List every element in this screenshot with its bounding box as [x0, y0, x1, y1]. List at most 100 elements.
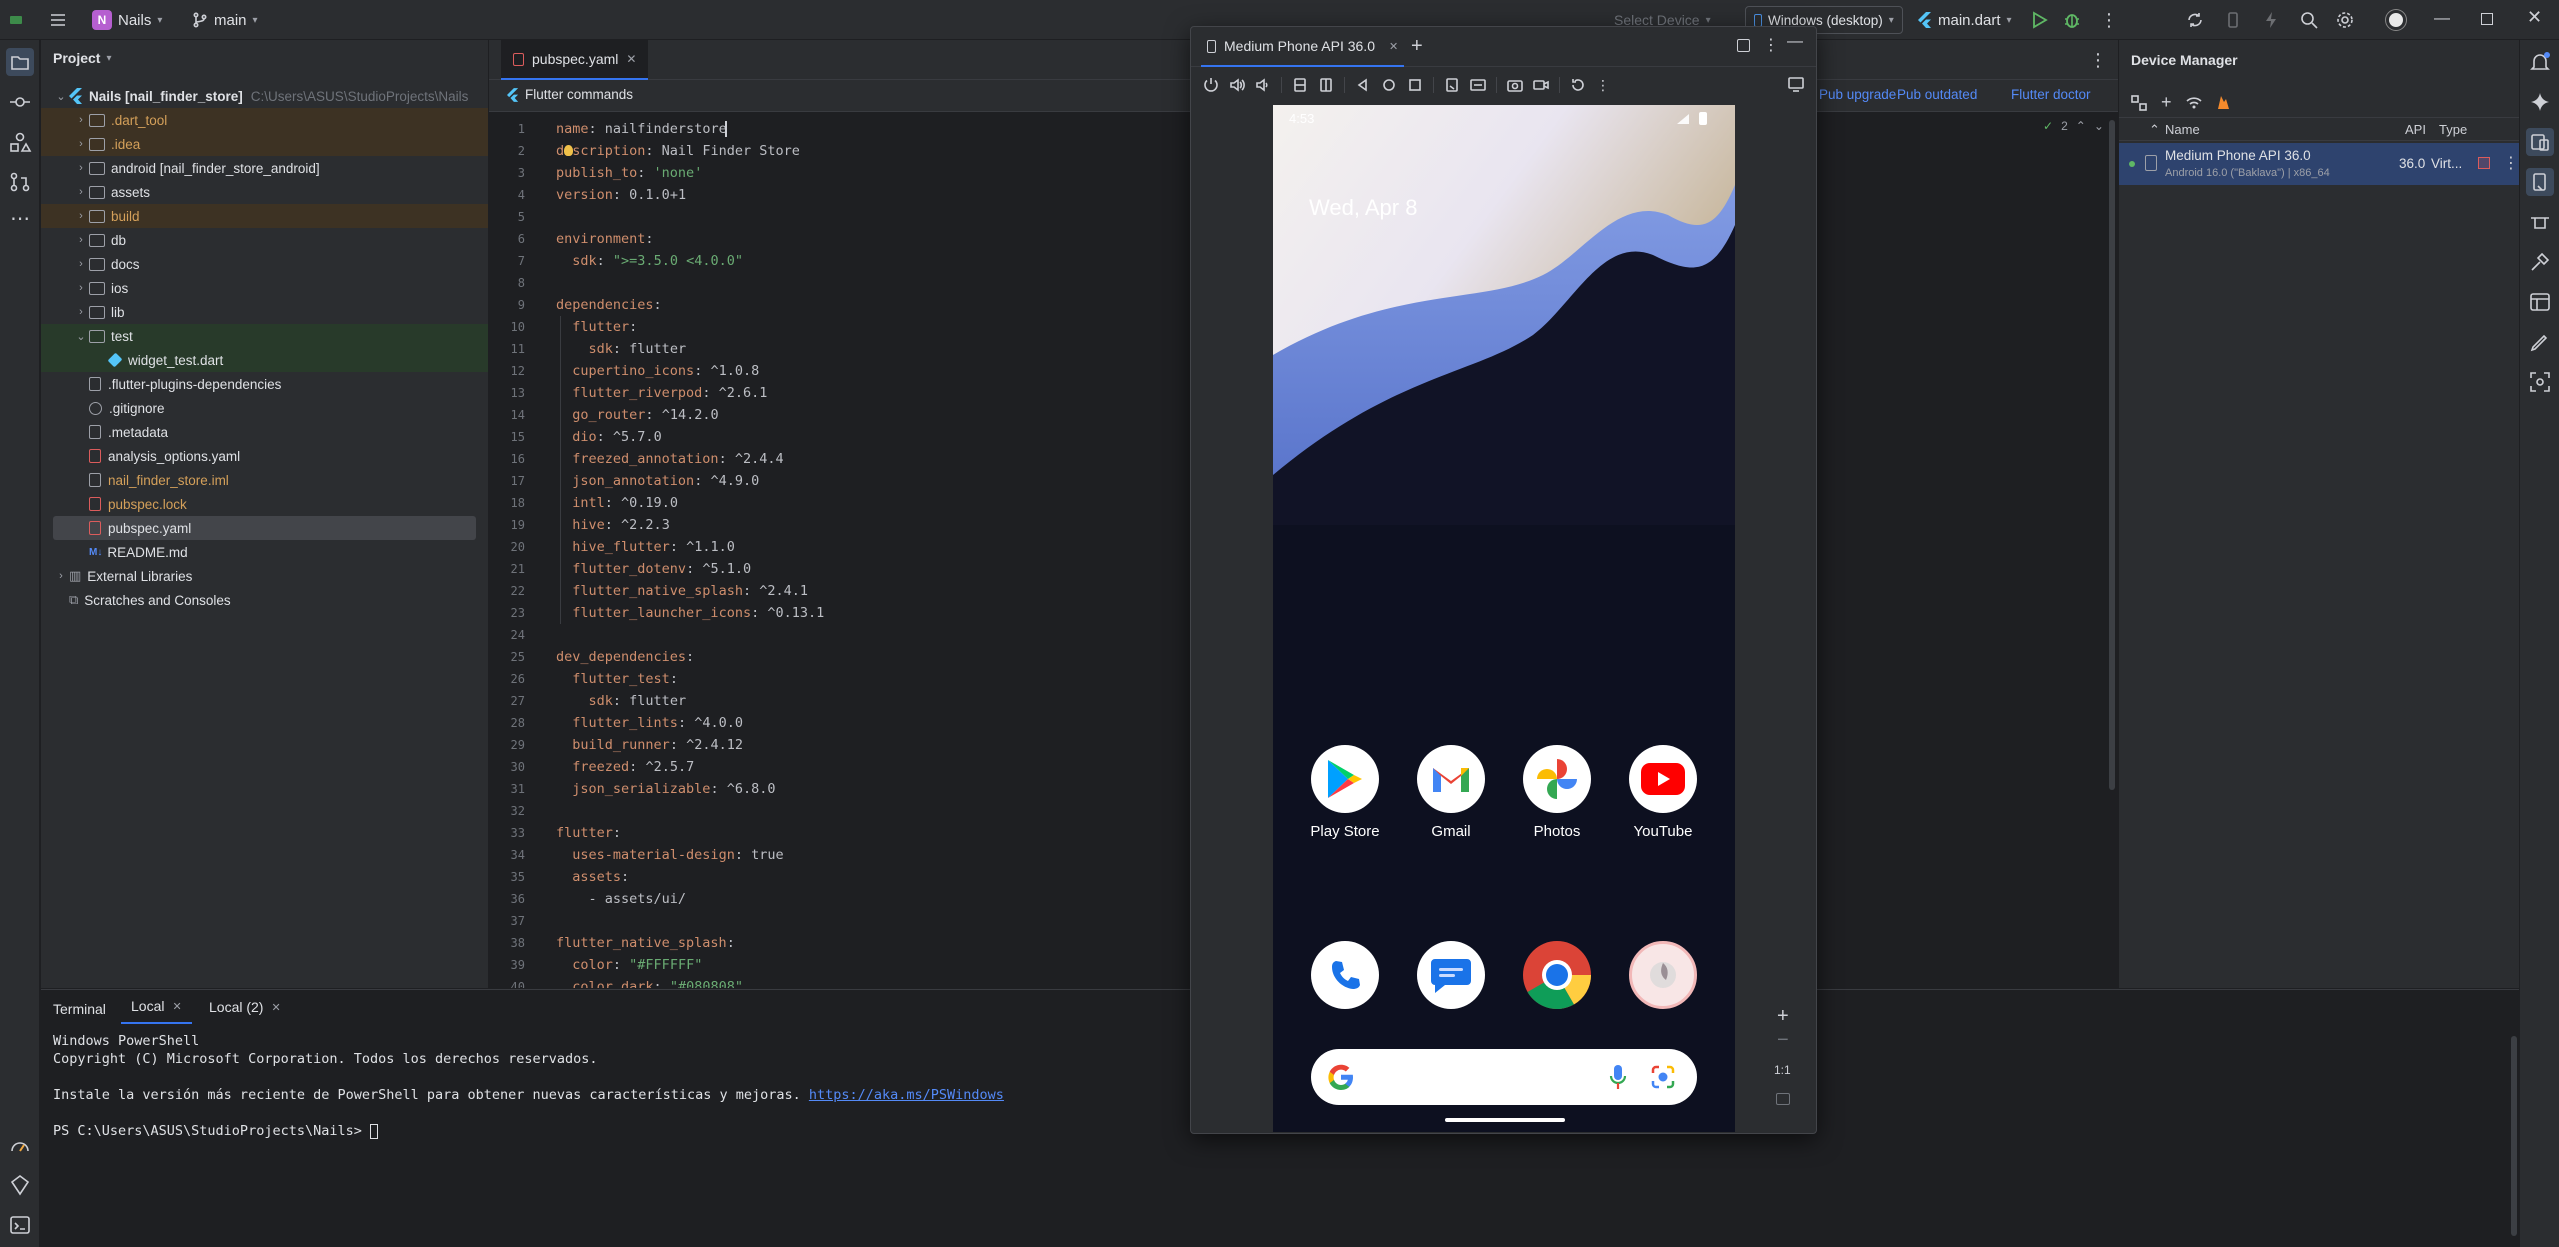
- tree-item[interactable]: pubspec.yaml: [53, 516, 476, 540]
- chevron-right-icon[interactable]: ›: [73, 186, 89, 198]
- commit-icon[interactable]: [8, 90, 32, 114]
- tree-root[interactable]: ⌄ Nails [nail_finder_store] C:\Users\ASU…: [53, 84, 480, 108]
- notifications-bell-icon[interactable]: [2528, 50, 2552, 74]
- terminal-tab-local-2[interactable]: Local (2) ✕: [199, 990, 291, 1024]
- chevron-right-icon[interactable]: ›: [73, 258, 89, 270]
- rotate-left-icon[interactable]: [1292, 77, 1308, 93]
- tree-item[interactable]: ⌄ test: [41, 324, 488, 348]
- tab-pubspec-yaml[interactable]: pubspec.yaml ✕: [501, 40, 649, 80]
- terminal-scrollbar[interactable]: [2511, 1036, 2517, 1236]
- gesture-nav-bar[interactable]: [1445, 1118, 1565, 1122]
- chevron-right-icon[interactable]: ›: [73, 138, 89, 150]
- lightbulb-icon[interactable]: [564, 145, 573, 156]
- tree-item[interactable]: M↓ README.md: [41, 540, 488, 564]
- close-window-icon[interactable]: ✕: [2527, 7, 2542, 28]
- home-icon[interactable]: [1381, 77, 1397, 93]
- add-device-icon[interactable]: +: [2161, 92, 2172, 113]
- terminal-icon[interactable]: [8, 1213, 32, 1237]
- branch-switcher[interactable]: main ▾: [192, 0, 258, 40]
- inspection-widget[interactable]: ✓ 2 ⌃ ⌄: [2043, 119, 2104, 133]
- tree-item[interactable]: › build: [41, 204, 488, 228]
- column-type[interactable]: Type: [2439, 122, 2467, 137]
- tree-item[interactable]: analysis_options.yaml: [41, 444, 488, 468]
- close-tab-icon[interactable]: ✕: [1389, 40, 1398, 53]
- zoom-out-icon[interactable]: −: [1777, 1029, 1789, 1052]
- editor-scrollbar[interactable]: [2109, 120, 2115, 790]
- settings-gear-icon[interactable]: [2336, 11, 2354, 29]
- volume-up-icon[interactable]: [1229, 77, 1245, 93]
- avatar[interactable]: [2386, 10, 2406, 30]
- restore-window-icon[interactable]: [1737, 39, 1750, 52]
- overview-icon[interactable]: [1407, 77, 1423, 93]
- column-name[interactable]: Name: [2165, 122, 2200, 137]
- pub-upgrade-link[interactable]: Pub upgrade: [1819, 87, 1896, 102]
- zoom-in-icon[interactable]: +: [1777, 1005, 1789, 1028]
- screenshot-camera-icon[interactable]: [1507, 77, 1523, 93]
- chevron-right-icon[interactable]: ›: [73, 234, 89, 246]
- search-icon[interactable]: [2300, 11, 2318, 29]
- phone-screen[interactable]: 4:53 Wed, Apr 8 Play Store Gmail Photos …: [1273, 105, 1735, 1132]
- chevron-right-icon[interactable]: ›: [73, 306, 89, 318]
- tree-scratches[interactable]: ⧉ Scratches and Consoles: [53, 588, 480, 612]
- project-tool-folder-icon[interactable]: [6, 48, 34, 76]
- minimize-panel-icon[interactable]: —: [1787, 33, 1803, 51]
- chevron-right-icon[interactable]: ›: [73, 162, 89, 174]
- tree-item[interactable]: widget_test.dart: [41, 348, 488, 372]
- apply-changes-icon[interactable]: [2262, 11, 2280, 29]
- dock-phone[interactable]: [1300, 941, 1390, 1009]
- firebase-icon[interactable]: [2216, 95, 2230, 111]
- tree-item[interactable]: › android [nail_finder_store_android]: [41, 156, 488, 180]
- fold-icon[interactable]: [1444, 77, 1460, 93]
- wifi-pair-icon[interactable]: [2185, 95, 2202, 111]
- column-api[interactable]: API: [2405, 122, 2426, 137]
- running-devices-tool-icon[interactable]: [2526, 168, 2554, 196]
- screen-record-icon[interactable]: [1533, 77, 1549, 93]
- reset-icon[interactable]: [1570, 77, 1586, 93]
- minimize-icon[interactable]: —: [2434, 10, 2450, 28]
- more-tools-icon[interactable]: ⋯: [8, 209, 32, 234]
- build-variants-icon[interactable]: [2528, 250, 2552, 274]
- tree-item[interactable]: › .dart_tool: [41, 108, 488, 132]
- more-vertical-icon[interactable]: ⋮: [2100, 10, 2118, 31]
- add-device-tab-icon[interactable]: +: [1411, 35, 1423, 58]
- dock-camera[interactable]: [1618, 941, 1708, 1009]
- app-play-store[interactable]: Play Store: [1300, 745, 1390, 840]
- tree-item[interactable]: › assets: [41, 180, 488, 204]
- sync-gradle-icon[interactable]: [2186, 11, 2204, 29]
- snapshot-icon[interactable]: [1470, 77, 1486, 93]
- close-tab-icon[interactable]: ✕: [626, 52, 636, 66]
- microphone-icon[interactable]: [1609, 1063, 1627, 1091]
- project-panel-header[interactable]: Project ▾: [53, 50, 112, 66]
- emulator-more-icon[interactable]: ⋮: [1763, 35, 1779, 55]
- dock-chrome[interactable]: [1512, 941, 1602, 1009]
- pull-requests-icon[interactable]: [8, 170, 32, 194]
- tree-item[interactable]: pubspec.lock: [41, 492, 488, 516]
- pen-edit-icon[interactable]: [2528, 330, 2552, 354]
- tree-external-libraries[interactable]: › ▥ External Libraries: [53, 564, 480, 588]
- tree-item[interactable]: › ios: [41, 276, 488, 300]
- extended-controls-icon[interactable]: [1787, 75, 1805, 93]
- chevron-right-icon[interactable]: ›: [73, 114, 89, 126]
- back-icon[interactable]: [1355, 77, 1371, 93]
- run-config-dropdown[interactable]: main.dart ▾: [1918, 0, 2012, 40]
- run-icon[interactable]: [2030, 11, 2048, 29]
- zoom-fit-icon[interactable]: [1776, 1093, 1790, 1105]
- layout-inspector-icon[interactable]: [2528, 290, 2552, 314]
- resource-manager-icon[interactable]: [8, 130, 32, 154]
- pair-devices-icon[interactable]: [2131, 94, 2147, 111]
- tree-item[interactable]: › db: [41, 228, 488, 252]
- emulator-toolbar-more-icon[interactable]: ⋮: [1596, 77, 1610, 94]
- close-tab-icon[interactable]: ✕: [271, 1001, 280, 1014]
- pub-outdated-link[interactable]: Pub outdated: [1897, 87, 1977, 102]
- app-photos[interactable]: Photos: [1512, 745, 1602, 840]
- flutter-performance-icon[interactable]: [8, 1133, 32, 1157]
- gemini-sparkle-icon[interactable]: [2528, 90, 2552, 114]
- maximize-icon[interactable]: [2481, 13, 2493, 25]
- tabs-more-icon[interactable]: ⋮: [2089, 50, 2107, 71]
- chevron-down-icon[interactable]: ⌄: [73, 330, 89, 343]
- debug-icon[interactable]: [2063, 11, 2081, 29]
- power-icon[interactable]: [1203, 77, 1219, 93]
- device-manager-tool-icon[interactable]: [2526, 128, 2554, 156]
- stop-device-icon[interactable]: [2478, 157, 2490, 169]
- main-menu-icon[interactable]: [48, 10, 68, 30]
